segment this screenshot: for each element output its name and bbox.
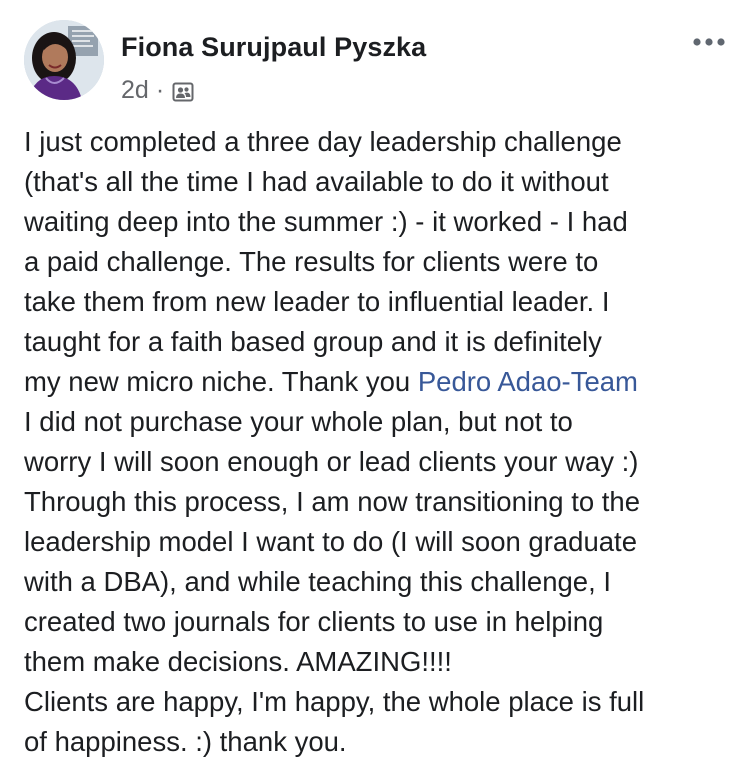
post-line: my new micro niche. Thank you Pedro Adao… <box>24 366 638 397</box>
post-line: created two journals for clients to use … <box>24 606 604 637</box>
post-line: taught for a faith based group and it is… <box>24 326 602 357</box>
post-timestamp[interactable]: 2d <box>121 76 149 105</box>
avatar-portrait <box>24 20 104 100</box>
post-line: (that's all the time I had available to … <box>24 166 609 197</box>
post-line: take them from new leader to influential… <box>24 286 610 317</box>
post-line: Through this process, I am now transitio… <box>24 486 641 517</box>
post-line: with a DBA), and while teaching this cha… <box>24 566 611 597</box>
post-line: Clients are happy, I'm happy, the whole … <box>24 686 645 717</box>
post-body: I just completed a three day leadership … <box>24 122 734 762</box>
friends-group-icon[interactable] <box>171 80 195 104</box>
post-meta: 2d · <box>121 76 195 105</box>
author-avatar[interactable] <box>24 20 104 100</box>
post-line: of happiness. :) thank you. <box>24 726 347 757</box>
more-options-icon[interactable] <box>689 28 729 56</box>
mention-link[interactable]: Pedro Adao-Team <box>418 366 638 397</box>
facebook-post: Fiona Surujpaul Pyszka 2d · I just compl… <box>0 0 747 772</box>
meta-separator: · <box>155 76 165 104</box>
post-line: waiting deep into the summer :) - it wor… <box>24 206 628 237</box>
post-line: I did not purchase your whole plan, but … <box>24 406 573 437</box>
post-line: them make decisions. AMAZING!!!! <box>24 646 452 677</box>
author-name[interactable]: Fiona Surujpaul Pyszka <box>121 32 426 63</box>
post-line: a paid challenge. The results for client… <box>24 246 599 277</box>
post-line: I just completed a three day leadership … <box>24 126 622 157</box>
post-line: worry I will soon enough or lead clients… <box>24 446 639 477</box>
post-line: leadership model I want to do (I will so… <box>24 526 637 557</box>
